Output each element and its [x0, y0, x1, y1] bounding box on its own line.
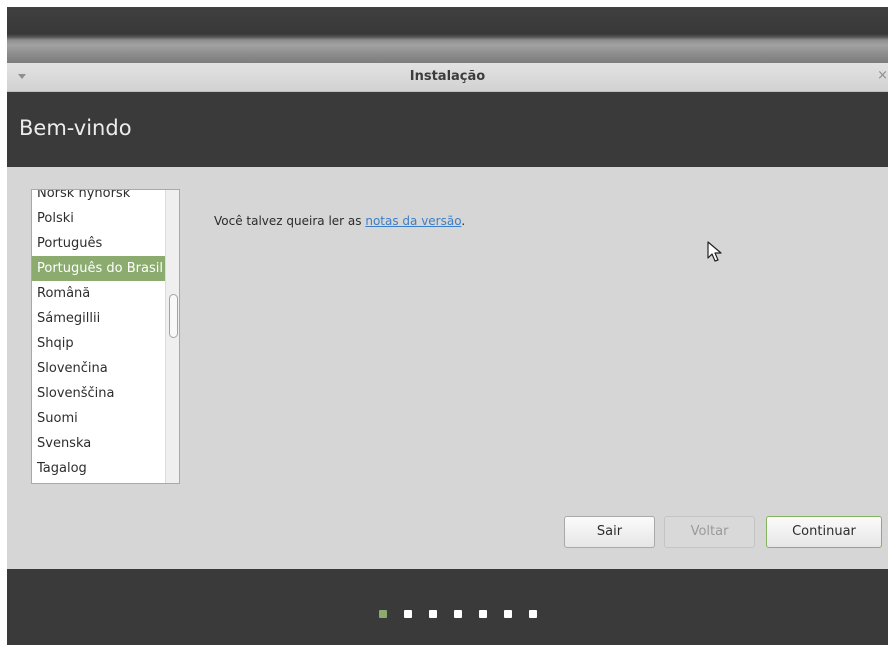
release-notes-suffix: . — [461, 214, 466, 228]
language-item[interactable]: Türkçe — [32, 481, 165, 483]
installer-window: Instalação × Bem-vindo Norsk nynorsk Pols… — [7, 63, 888, 645]
language-item[interactable]: Shqip — [32, 331, 165, 356]
desktop-top-panel — [7, 7, 888, 63]
release-notes-text: Você talvez queira ler as notas da versã… — [214, 214, 465, 228]
language-item[interactable]: Suomi — [32, 406, 165, 431]
language-item[interactable]: Slovenščina — [32, 381, 165, 406]
scrollbar-thumb[interactable] — [169, 294, 178, 338]
language-item[interactable]: Svenska — [32, 431, 165, 456]
progress-dot — [454, 610, 462, 618]
language-item[interactable]: Română — [32, 281, 165, 306]
language-item[interactable]: Tagalog — [32, 456, 165, 481]
language-list-items: Norsk nynorsk Polski Português Português do… — [32, 190, 165, 483]
back-button: Voltar — [664, 516, 755, 548]
progress-dot — [529, 610, 537, 618]
quit-button[interactable]: Sair — [564, 516, 655, 548]
title-bar: Instalação × — [7, 63, 888, 92]
release-notes-prefix: Você talvez queira ler as — [214, 214, 366, 228]
mouse-cursor-icon — [707, 241, 722, 262]
language-item[interactable]: Polski — [32, 206, 165, 231]
page-header: Bem-vindo — [7, 92, 888, 167]
language-item[interactable]: Português — [32, 231, 165, 256]
language-item[interactable]: Slovenčina — [32, 356, 165, 381]
progress-dot — [479, 610, 487, 618]
progress-dot — [429, 610, 437, 618]
language-item[interactable]: Norsk nynorsk — [32, 190, 165, 206]
window-title: Instalação — [409, 69, 486, 84]
progress-footer — [7, 569, 888, 645]
language-list-scrollbar[interactable] — [165, 190, 179, 483]
close-icon[interactable]: × — [877, 68, 888, 83]
language-item-selected[interactable]: Português do Brasil — [32, 256, 165, 281]
release-notes-link[interactable]: notas da versão — [365, 214, 461, 228]
progress-dot — [379, 610, 387, 618]
continue-button[interactable]: Continuar — [766, 516, 882, 548]
page-title: Bem-vindo — [19, 116, 132, 140]
language-item[interactable]: Sámegillii — [32, 306, 165, 331]
progress-dot — [404, 610, 412, 618]
progress-dot — [504, 610, 512, 618]
language-list[interactable]: Norsk nynorsk Polski Português Português do… — [31, 189, 180, 484]
